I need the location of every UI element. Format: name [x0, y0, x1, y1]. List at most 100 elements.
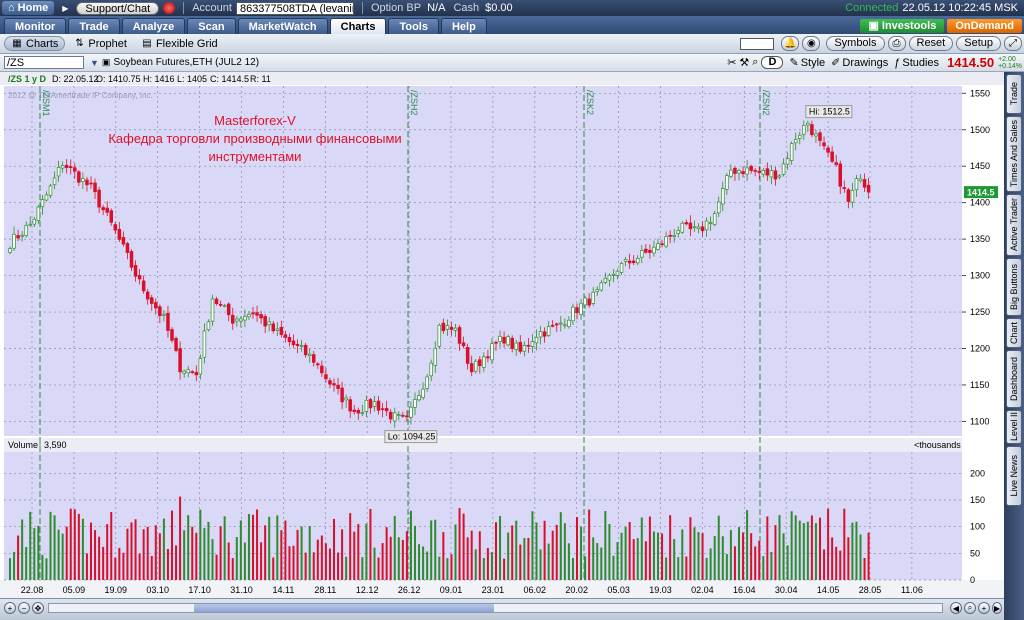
zoom-plus-icon[interactable]: + [978, 602, 990, 614]
volume-bar [130, 522, 133, 580]
volume-bar [713, 536, 716, 580]
drawings-button[interactable]: Drawings [842, 57, 888, 69]
pan-icon[interactable]: ✥ [32, 602, 44, 614]
tab-trade[interactable]: Trade [68, 18, 120, 34]
alert-bell-icon[interactable]: 🔔 [781, 36, 800, 51]
candle-body [279, 327, 284, 335]
tab-scan[interactable]: Scan [187, 18, 236, 34]
volume-bar [381, 543, 384, 580]
flexible-grid-subtab[interactable]: ▤ Flexible Grid [141, 38, 217, 50]
volume-bar [588, 509, 591, 580]
tab-tools[interactable]: Tools [388, 18, 439, 34]
high-label: Hi: 1512.5 [809, 107, 850, 117]
account-selector[interactable]: 863377508TDA (levanina) [235, 1, 354, 15]
candle-body [846, 189, 851, 202]
candle-body [615, 270, 620, 276]
volume-bar [843, 508, 846, 580]
candle-body [672, 234, 676, 237]
side-tab-level-ii[interactable]: Level II [1006, 410, 1022, 444]
symbols-button[interactable]: Symbols [826, 36, 885, 51]
side-tab-chart[interactable]: Chart [1006, 318, 1022, 348]
volume-bar [341, 529, 344, 580]
settings-tool-icon[interactable]: ⚒ [739, 56, 749, 69]
volume-unit: <thousands [914, 440, 961, 450]
period-selector[interactable]: D [761, 56, 784, 69]
volume-bar [61, 533, 64, 580]
tab-marketwatch[interactable]: MarketWatch [237, 18, 328, 34]
studies-button[interactable]: Studies [902, 57, 939, 69]
info-date: D: 22.05.12 [52, 74, 99, 84]
volume-bar [571, 558, 574, 580]
volume-bar [219, 526, 222, 580]
date-tick-label: 22.08 [21, 585, 44, 595]
candle-body [28, 223, 33, 226]
print-icon[interactable]: ⎙ [887, 36, 906, 51]
zoom-out-icon[interactable]: − [18, 602, 30, 614]
prophet-subtab[interactable]: ⇅ Prophet [73, 38, 127, 50]
volume-bar [661, 533, 664, 580]
volume-bar [183, 530, 186, 580]
zoom-in-icon[interactable]: + [4, 602, 16, 614]
current-price-label: 1414.5 [967, 188, 995, 198]
zoom-tool-icon[interactable]: ⌕ [752, 56, 758, 69]
volume-bar [474, 549, 477, 580]
candle-body [429, 362, 433, 377]
chart-canvas[interactable]: /ZS 1 y D D: 22.05.12 O: 1410.75 H: 1416… [0, 72, 1004, 598]
side-tab-live-news[interactable]: Live News [1006, 446, 1022, 506]
side-tab-times-and-sales[interactable]: Times And Sales [1006, 116, 1022, 192]
crosshair-icon[interactable]: ✂ [727, 56, 736, 69]
investools-button[interactable]: ▣ Investools [860, 19, 945, 33]
candle-body [52, 177, 57, 186]
tab-help[interactable]: Help [440, 18, 487, 34]
layout-selector[interactable] [740, 37, 775, 50]
charts-subtab[interactable]: ▦ Charts [4, 36, 66, 51]
volume-bar [175, 545, 178, 580]
symbol-link-icon[interactable]: ▣ [102, 57, 111, 68]
candle-body [356, 410, 361, 414]
reset-button[interactable]: Reset [908, 36, 954, 51]
symbol-input[interactable]: /ZS [4, 56, 84, 69]
symbol-bar: /ZS ▼ ▣ Soybean Futures,ETH (JUL2 12) ✂ … [0, 54, 1024, 72]
candle-body [267, 321, 271, 326]
volume-bar [620, 532, 623, 580]
record-icon[interactable] [163, 2, 176, 14]
side-tab-trade[interactable]: Trade [1006, 74, 1022, 114]
tab-charts[interactable]: Charts [329, 18, 387, 34]
home-button[interactable]: ⌂ Home [2, 1, 55, 15]
side-tab-big-buttons[interactable]: Big Buttons [1006, 258, 1022, 316]
time-scrollbar[interactable] [48, 603, 943, 613]
top-status-bar: ⌂ Home ▶ Support/Chat Account 863377508T… [0, 0, 1024, 16]
volume-bar [316, 539, 319, 580]
play-arrow-icon[interactable]: ▶ [62, 4, 68, 13]
volume-bar [628, 522, 631, 580]
candle-body [522, 345, 527, 352]
volume-bar [292, 545, 295, 580]
candle-body [409, 406, 413, 418]
candle-body [676, 230, 680, 234]
expand-icon[interactable]: ⤢ [1004, 36, 1022, 51]
search-zoom-icon[interactable]: ⌕ [964, 602, 976, 614]
ondemand-button[interactable]: OnDemand [947, 19, 1022, 33]
side-tab-dashboard[interactable]: Dashboard [1006, 350, 1022, 408]
expiry-label: /ZSK2 [585, 90, 595, 115]
scroll-left-icon[interactable]: ◀ [950, 602, 962, 614]
link-icon[interactable]: ◉ [802, 36, 821, 51]
chart-area[interactable]: /ZS 1 y D D: 22.05.12 O: 1410.75 H: 1416… [0, 72, 1004, 612]
candle-body [571, 306, 575, 322]
candle-body [287, 337, 292, 343]
scrollbar-thumb[interactable] [194, 604, 494, 612]
scroll-right-icon[interactable]: ▶ [992, 602, 1002, 614]
volume-bar [85, 553, 88, 580]
tab-analyze[interactable]: Analyze [121, 18, 186, 34]
date-tick-label: 06.02 [524, 585, 547, 595]
style-button[interactable]: Style [801, 57, 825, 69]
symbol-dropdown-icon[interactable]: ▼ [90, 58, 99, 68]
side-tab-active-trader[interactable]: Active Trader [1006, 194, 1022, 256]
support-chat-button[interactable]: Support/Chat [76, 1, 160, 15]
candle-body [48, 185, 53, 196]
tab-monitor[interactable]: Monitor [4, 18, 67, 34]
volume-bar [762, 556, 765, 580]
candle-body [77, 171, 81, 183]
volume-bar [454, 524, 457, 580]
setup-button[interactable]: Setup [956, 36, 1001, 51]
